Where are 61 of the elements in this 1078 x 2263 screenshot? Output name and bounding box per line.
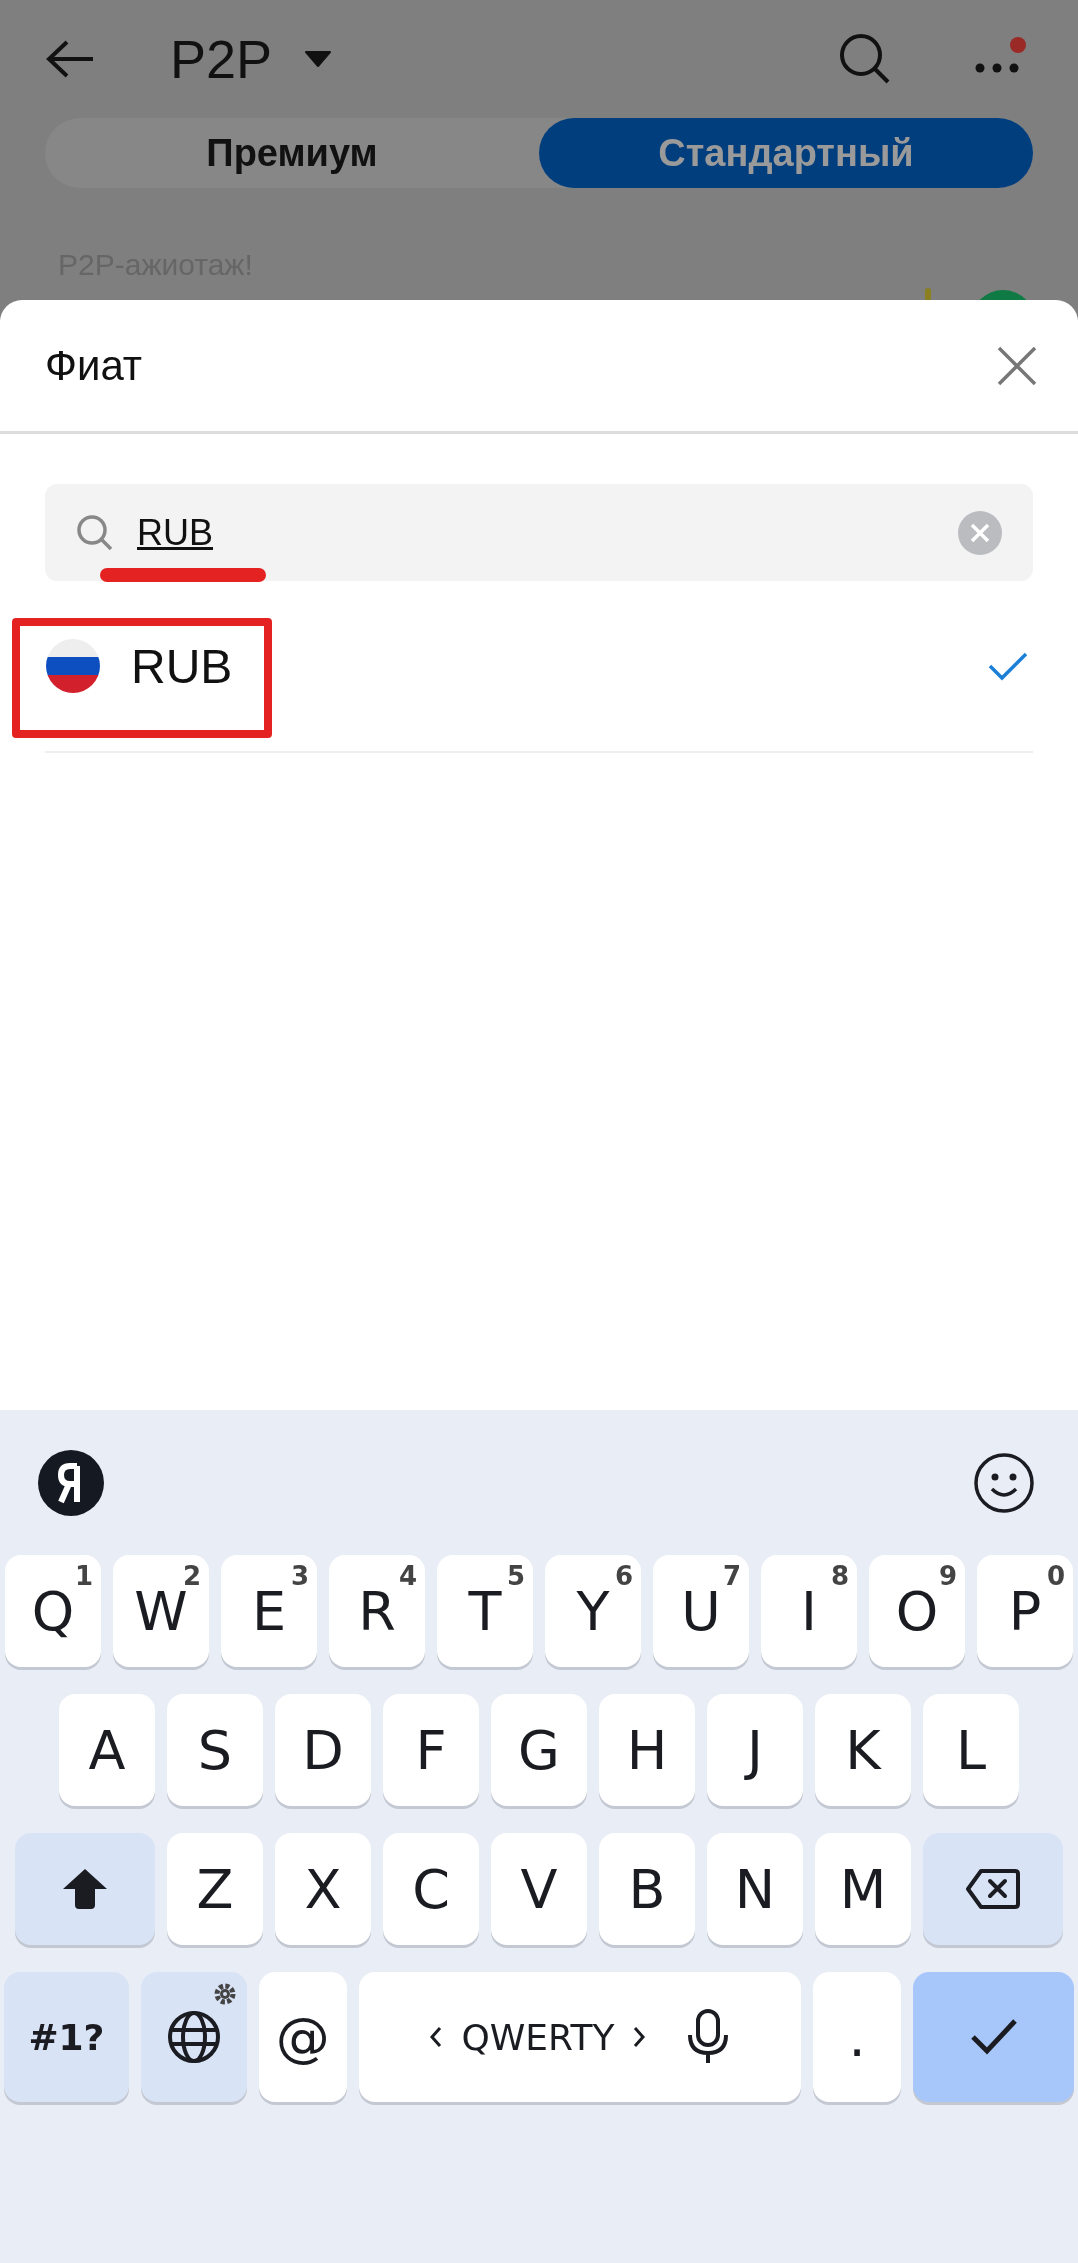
emoji-icon[interactable] [972, 1450, 1036, 1515]
language-key[interactable] [140, 1972, 247, 2102]
key[interactable]: . [813, 1972, 902, 2102]
checkmark-icon [968, 2017, 1019, 2057]
currency-label: RUB [131, 638, 234, 694]
key[interactable]: Z [167, 1833, 263, 1945]
gear-icon [212, 1982, 237, 2006]
key-hint: 6 [614, 1561, 633, 1591]
key-hint: 8 [830, 1561, 849, 1591]
search-field[interactable]: RUB [45, 484, 1033, 581]
key[interactable]: H [599, 1694, 695, 1806]
key-hint: 4 [398, 1561, 417, 1591]
key[interactable]: X [275, 1833, 371, 1945]
currency-row[interactable]: RUB [45, 581, 1033, 753]
space-key[interactable]: QWERTY [358, 1972, 802, 2102]
key-hint: 7 [722, 1561, 741, 1591]
backspace-icon [965, 1868, 1021, 1910]
key[interactable]: D [275, 1694, 371, 1806]
key[interactable]: C [383, 1833, 479, 1945]
key-hint: 5 [506, 1561, 525, 1591]
key-hint: 1 [74, 1561, 93, 1591]
close-button[interactable] [996, 344, 1038, 387]
key[interactable]: F [383, 1694, 479, 1806]
symbols-key[interactable]: #1? [4, 1972, 129, 2102]
page-title[interactable]: P2P [170, 28, 273, 90]
key-hint: 3 [290, 1561, 309, 1591]
key[interactable]: N [707, 1833, 803, 1945]
key-hint: 2 [182, 1561, 201, 1591]
key[interactable]: M [815, 1833, 911, 1945]
clear-icon [957, 509, 1003, 556]
search-icon[interactable] [838, 32, 892, 86]
microphone-icon [686, 2009, 731, 2065]
caret-icon[interactable] [304, 50, 333, 68]
backspace-key[interactable] [923, 1833, 1063, 1945]
key[interactable]: B [599, 1833, 695, 1945]
key-hint: 9 [938, 1561, 957, 1591]
key[interactable]: @ [258, 1972, 347, 2102]
key-hint: 0 [1046, 1561, 1065, 1591]
close-icon [996, 344, 1038, 387]
key[interactable]: J [707, 1694, 803, 1806]
key[interactable]: V [491, 1833, 587, 1945]
flag-icon [45, 638, 101, 694]
key[interactable]: S [167, 1694, 263, 1806]
back-icon[interactable] [45, 39, 95, 79]
layout-label: QWERTY [461, 2016, 615, 2058]
shift-icon [61, 1867, 109, 1911]
key[interactable]: A [59, 1694, 155, 1806]
search-icon [75, 512, 115, 553]
shift-key[interactable] [15, 1833, 155, 1945]
yandex-logo-icon[interactable] [36, 1447, 106, 1518]
key[interactable]: K [815, 1694, 911, 1806]
chevron-left-icon [429, 2025, 444, 2049]
key[interactable]: I 8 [761, 1555, 857, 1667]
tab[interactable]: Премиум [45, 118, 539, 188]
tab[interactable]: Стандартный [539, 118, 1033, 188]
key[interactable]: L [923, 1694, 1019, 1806]
key[interactable]: G [491, 1694, 587, 1806]
chevron-right-icon [632, 2025, 647, 2049]
globe-icon [165, 2009, 222, 2065]
search-query: RUB [137, 511, 213, 554]
sheet-title: Фиат [45, 341, 144, 390]
